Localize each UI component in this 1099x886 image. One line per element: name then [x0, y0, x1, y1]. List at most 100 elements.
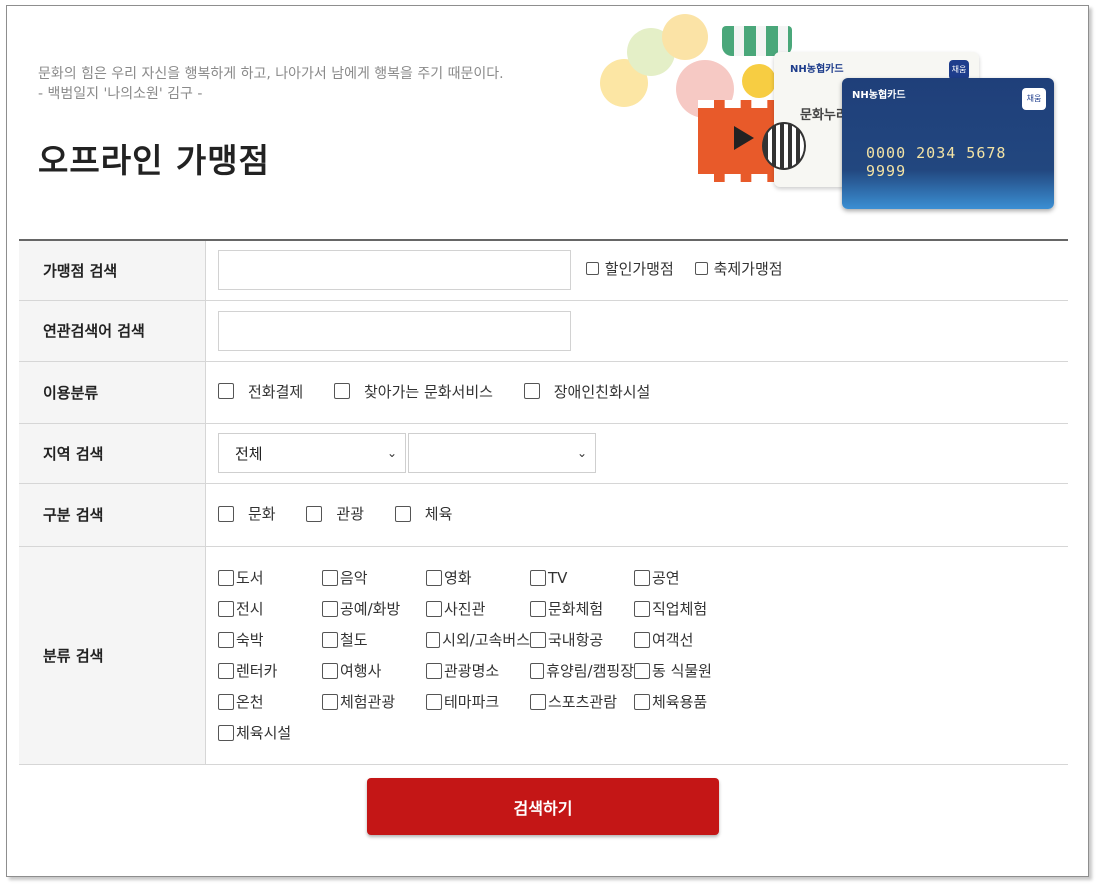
category-checkbox[interactable] — [530, 631, 546, 648]
store-search-input[interactable] — [218, 250, 571, 291]
category-checkbox[interactable] — [218, 724, 234, 741]
row-type-search: 구분 검색 문화 관광 체육 — [19, 483, 1068, 547]
category-option[interactable]: TV — [530, 567, 634, 588]
category-label: 동 식물원 — [652, 662, 712, 680]
category-checkbox[interactable] — [426, 693, 442, 710]
category-option[interactable]: 동 식물원 — [634, 660, 738, 681]
category-option[interactable]: 철도 — [322, 629, 426, 650]
visiting-service-option[interactable]: 찾아가는 문화서비스 — [333, 381, 493, 402]
region-select-province[interactable]: 전체 ⌄ — [218, 433, 406, 473]
category-label: 음악 — [340, 569, 368, 587]
category-option[interactable]: 온천 — [218, 691, 322, 712]
label-store-search: 가맹점 검색 — [19, 240, 206, 301]
label-usage-category: 이용분류 — [19, 361, 206, 424]
category-checkbox[interactable] — [322, 569, 338, 586]
category-checkbox[interactable] — [530, 693, 546, 710]
search-submit-button[interactable]: 검색하기 — [367, 778, 719, 835]
discount-store-option[interactable]: 할인가맹점 — [585, 258, 674, 279]
festival-store-option[interactable]: 축제가맹점 — [694, 258, 783, 279]
header-quote: 문화의 힘은 우리 자신을 행복하게 하고, 나아가서 남에게 행복을 주기 때… — [38, 64, 504, 104]
category-option[interactable]: 영화 — [426, 567, 530, 588]
category-checkbox[interactable] — [426, 600, 442, 617]
category-option[interactable]: 문화체험 — [530, 598, 634, 619]
category-option[interactable]: 도서 — [218, 567, 322, 588]
category-checkbox[interactable] — [530, 662, 545, 679]
category-option[interactable]: 전시 — [218, 598, 322, 619]
festival-store-checkbox[interactable] — [694, 261, 708, 275]
category-checkbox[interactable] — [530, 569, 546, 586]
category-option[interactable]: 사진관 — [426, 598, 530, 619]
category-checkbox[interactable] — [426, 569, 442, 586]
row-keyword-search: 연관검색어 검색 — [19, 300, 1068, 362]
category-label: 시외/고속버스 — [442, 631, 530, 649]
category-checkbox[interactable] — [218, 569, 234, 586]
category-option[interactable]: 숙박 — [218, 629, 322, 650]
category-option[interactable]: 여행사 — [322, 660, 426, 681]
category-option[interactable]: 공예/화방 — [322, 598, 426, 619]
category-option[interactable]: 음악 — [322, 567, 426, 588]
category-checkbox[interactable] — [426, 631, 441, 648]
region-select-city[interactable]: ⌄ — [408, 433, 596, 473]
visiting-service-checkbox[interactable] — [333, 383, 350, 400]
category-label: 숙박 — [236, 631, 264, 649]
category-label: 온천 — [236, 693, 264, 711]
category-option[interactable]: 휴양림/캠핑장 — [530, 660, 634, 681]
phone-payment-checkbox[interactable] — [218, 383, 234, 400]
category-checkbox[interactable] — [634, 662, 650, 679]
category-checkbox[interactable] — [634, 600, 650, 617]
category-checkbox[interactable] — [634, 569, 650, 586]
type-culture-option[interactable]: 문화 — [218, 503, 276, 524]
category-label: 철도 — [340, 631, 368, 649]
category-label: 영화 — [444, 569, 472, 587]
category-option[interactable]: 여객선 — [634, 629, 738, 650]
discount-store-checkbox[interactable] — [585, 261, 599, 275]
category-option[interactable]: 시외/고속버스 — [426, 629, 530, 650]
category-label: 문화체험 — [548, 600, 604, 618]
category-checkbox[interactable] — [218, 631, 234, 648]
category-label: 여행사 — [340, 662, 382, 680]
category-checkbox[interactable] — [218, 600, 234, 617]
category-option[interactable]: 테마파크 — [426, 691, 530, 712]
type-sports-checkbox[interactable] — [394, 505, 411, 522]
festival-store-label: 축제가맹점 — [713, 259, 783, 278]
accessible-facility-option[interactable]: 장애인친화시설 — [523, 381, 650, 402]
category-checkbox[interactable] — [322, 600, 338, 617]
category-checkbox[interactable] — [634, 631, 650, 648]
category-option[interactable]: 체험관광 — [322, 691, 426, 712]
category-label: 사진관 — [444, 600, 486, 618]
category-option[interactable]: 체육용품 — [634, 691, 738, 712]
category-option[interactable]: 국내항공 — [530, 629, 634, 650]
discount-store-label: 할인가맹점 — [604, 259, 674, 278]
type-sports-option[interactable]: 체육 — [394, 503, 452, 524]
field-category-search: 도서 음악 영화 TV 공연 전시 공예/화방 사진관 문화체험 직업체험 숙박… — [205, 546, 1068, 765]
category-checkbox[interactable] — [530, 600, 546, 617]
card-brand: NH농협카드 — [852, 90, 906, 101]
category-option[interactable]: 직업체험 — [634, 598, 738, 619]
type-tourism-checkbox[interactable] — [306, 505, 323, 522]
category-checkbox[interactable] — [322, 693, 338, 710]
page-title: 오프라인 가맹점 — [38, 141, 271, 180]
quote-line-1: 문화의 힘은 우리 자신을 행복하게 하고, 나아가서 남에게 행복을 주기 때… — [38, 66, 504, 82]
field-type-search: 문화 관광 체육 — [205, 483, 1068, 547]
type-tourism-option[interactable]: 관광 — [306, 503, 364, 524]
keyword-search-input[interactable] — [218, 310, 571, 351]
category-option[interactable]: 렌터카 — [218, 660, 322, 681]
phone-payment-option[interactable]: 전화결제 — [218, 381, 303, 402]
category-option[interactable]: 체육시설 — [218, 722, 322, 743]
category-option[interactable]: 관광명소 — [426, 660, 530, 681]
category-checkbox[interactable] — [322, 662, 338, 679]
category-label: 여객선 — [652, 631, 694, 649]
type-culture-checkbox[interactable] — [218, 505, 234, 522]
category-checkbox[interactable] — [218, 662, 234, 679]
category-checkbox[interactable] — [218, 693, 234, 710]
category-checkbox[interactable] — [322, 631, 338, 648]
region-select-province-value: 전체 — [235, 444, 263, 463]
category-checkbox[interactable] — [426, 662, 442, 679]
category-option[interactable]: 스포츠관람 — [530, 691, 634, 712]
label-type-search: 구분 검색 — [19, 483, 206, 547]
category-label: 체육시설 — [236, 724, 292, 742]
category-checkbox[interactable] — [634, 693, 650, 710]
category-label: 공연 — [652, 569, 680, 587]
accessible-facility-checkbox[interactable] — [523, 383, 540, 400]
category-option[interactable]: 공연 — [634, 567, 738, 588]
